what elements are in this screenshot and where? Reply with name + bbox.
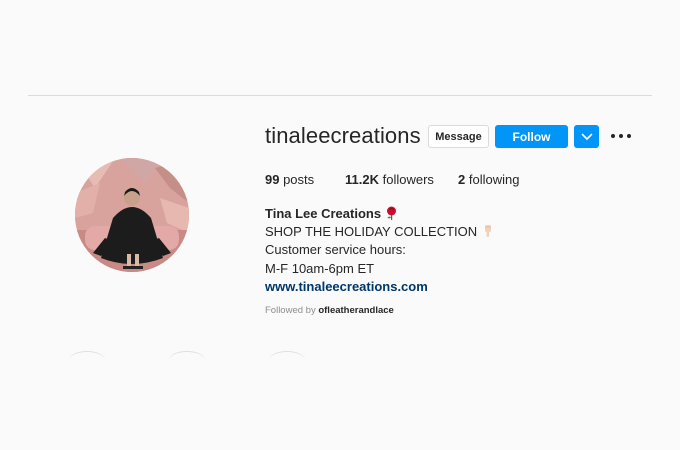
pointing-down-icon	[484, 225, 491, 238]
followers-stat[interactable]: 11.2K followers	[345, 172, 434, 187]
bio-name-line: Tina Lee Creations	[265, 205, 495, 223]
avatar[interactable]	[75, 158, 189, 272]
followers-count: 11.2K	[345, 172, 379, 187]
bio-line-1: SHOP THE HOLIDAY COLLECTION	[265, 223, 495, 241]
bio-line-3: M-F 10am-6pm ET	[265, 260, 375, 276]
username: tinaleecreations	[265, 123, 421, 148]
story-highlight[interactable]	[169, 351, 205, 360]
rose-icon	[386, 206, 396, 220]
followed-by-account: ofleatherandlace	[318, 305, 394, 316]
bio: Tina Lee Creations SHOP THE HOLIDAY COLL…	[265, 205, 495, 296]
posts-label: posts	[279, 172, 315, 187]
display-name: Tina Lee Creations	[265, 206, 382, 221]
message-button[interactable]: Message	[428, 125, 489, 148]
suggested-dropdown-button[interactable]	[574, 125, 599, 148]
website-link[interactable]: www.tinaleecreations.com	[265, 278, 495, 296]
more-dot	[611, 134, 615, 138]
more-dot	[627, 134, 631, 138]
more-options-icon[interactable]	[611, 130, 631, 142]
story-highlight[interactable]	[269, 351, 305, 360]
followed-by[interactable]: Followed by ofleatherandlace	[265, 305, 394, 316]
avatar-photo	[75, 158, 189, 272]
more-dot	[619, 134, 623, 138]
following-label: following	[465, 172, 520, 187]
chevron-down-icon	[581, 133, 592, 140]
followed-by-prefix: Followed by	[265, 305, 319, 316]
bio-line-1-text: SHOP THE HOLIDAY COLLECTION	[265, 224, 478, 240]
profile-page: tinaleecreations Message Follow 99 posts…	[0, 0, 680, 450]
posts-count: 99	[265, 172, 280, 187]
story-highlight[interactable]	[69, 351, 105, 360]
bio-line-2: Customer service hours:	[265, 242, 406, 258]
following-stat[interactable]: 2 following	[458, 172, 519, 187]
top-divider	[28, 95, 652, 96]
followers-label: followers	[378, 172, 434, 187]
follow-button[interactable]: Follow	[495, 125, 568, 148]
posts-stat: 99 posts	[265, 172, 314, 187]
